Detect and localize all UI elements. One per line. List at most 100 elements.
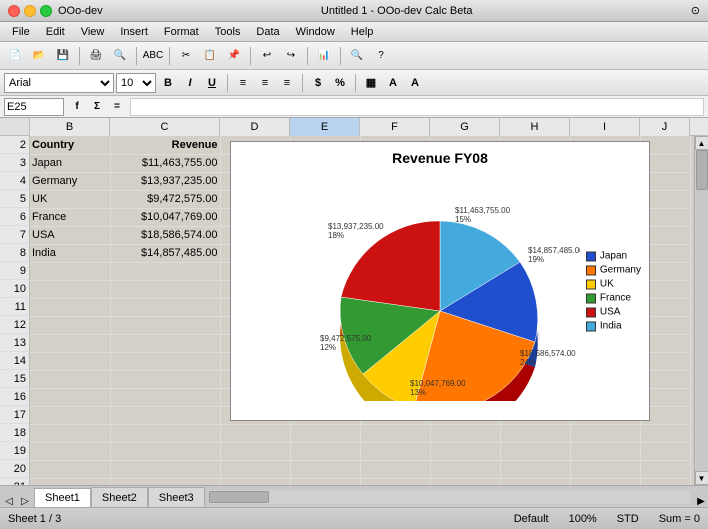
col-header-d[interactable]: D bbox=[220, 118, 290, 136]
row-num-7[interactable]: 7 bbox=[0, 226, 29, 244]
chart-container[interactable]: Revenue FY08 bbox=[230, 141, 650, 421]
row-num-17[interactable]: 17 bbox=[0, 406, 29, 424]
scroll-sheets-left[interactable]: ◁ bbox=[2, 496, 16, 507]
col-header-f[interactable]: F bbox=[360, 118, 430, 136]
cell-c2[interactable]: Revenue bbox=[110, 136, 220, 154]
vertical-scrollbar[interactable]: ▲ ▼ bbox=[694, 136, 708, 485]
menu-help[interactable]: Help bbox=[343, 24, 382, 40]
row-num-6[interactable]: 6 bbox=[0, 208, 29, 226]
horizontal-scrollbar[interactable] bbox=[209, 490, 690, 504]
menu-insert[interactable]: Insert bbox=[112, 24, 156, 40]
row-num-16[interactable]: 16 bbox=[0, 388, 29, 406]
preview-button[interactable]: 🔍 bbox=[109, 45, 131, 67]
redo-button[interactable]: ↪ bbox=[280, 45, 302, 67]
row-num-10[interactable]: 10 bbox=[0, 280, 29, 298]
copy-button[interactable]: 📋 bbox=[199, 45, 221, 67]
row-num-2[interactable]: 2 bbox=[0, 136, 29, 154]
spreadsheet-grid[interactable]: Revenue FY08 bbox=[30, 136, 694, 485]
chart-button[interactable]: 📊 bbox=[313, 45, 335, 67]
align-center-button[interactable]: ≡ bbox=[255, 73, 275, 93]
bold-button[interactable]: B bbox=[158, 73, 178, 93]
scroll-thumb[interactable] bbox=[696, 150, 708, 190]
italic-button[interactable]: I bbox=[180, 73, 200, 93]
undo-button[interactable]: ↩ bbox=[256, 45, 278, 67]
cell-c7[interactable]: $18,586,574.00 bbox=[110, 226, 220, 244]
col-header-c[interactable]: C bbox=[110, 118, 220, 136]
menu-file[interactable]: File bbox=[4, 24, 38, 40]
border-button[interactable]: ▦ bbox=[361, 73, 381, 93]
col-header-e[interactable]: E bbox=[290, 118, 360, 136]
col-header-g[interactable]: G bbox=[430, 118, 500, 136]
align-right-button[interactable]: ≡ bbox=[277, 73, 297, 93]
row-num-14[interactable]: 14 bbox=[0, 352, 29, 370]
window-controls[interactable] bbox=[8, 5, 52, 17]
sheet-tab-3[interactable]: Sheet3 bbox=[148, 487, 205, 507]
cell-b6[interactable]: France bbox=[30, 208, 110, 226]
col-header-b[interactable]: B bbox=[30, 118, 110, 136]
col-header-i[interactable]: I bbox=[570, 118, 640, 136]
open-button[interactable]: 📂 bbox=[28, 45, 50, 67]
font-color-button[interactable]: A bbox=[405, 73, 425, 93]
scroll-track[interactable] bbox=[696, 150, 708, 471]
scroll-sheets-right[interactable]: ▷ bbox=[18, 496, 32, 507]
cell-b5[interactable]: UK bbox=[30, 190, 110, 208]
minimize-button[interactable] bbox=[24, 5, 36, 17]
close-button[interactable] bbox=[8, 5, 20, 17]
cell-c5[interactable]: $9,472,575.00 bbox=[110, 190, 220, 208]
percent-button[interactable]: % bbox=[330, 73, 350, 93]
row-num-9[interactable]: 9 bbox=[0, 262, 29, 280]
cell-c4[interactable]: $13,937,235.00 bbox=[110, 172, 220, 190]
menu-format[interactable]: Format bbox=[156, 24, 207, 40]
menu-data[interactable]: Data bbox=[248, 24, 287, 40]
bg-color-button[interactable]: A bbox=[383, 73, 403, 93]
cell-c3[interactable]: $11,463,755.00 bbox=[110, 154, 220, 172]
zoom-button[interactable]: 🔍 bbox=[346, 45, 368, 67]
cell-b8[interactable]: India bbox=[30, 244, 110, 262]
sum-icon[interactable]: Σ bbox=[88, 98, 106, 116]
cell-b7[interactable]: USA bbox=[30, 226, 110, 244]
col-header-h[interactable]: H bbox=[500, 118, 570, 136]
print-button[interactable]: 🖨 bbox=[85, 45, 107, 67]
sheet-tab-2[interactable]: Sheet2 bbox=[91, 487, 148, 507]
table-row[interactable] bbox=[30, 460, 690, 478]
cell-b3[interactable]: Japan bbox=[30, 154, 110, 172]
cell-b2[interactable]: Country bbox=[30, 136, 110, 154]
row-num-15[interactable]: 15 bbox=[0, 370, 29, 388]
row-num-20[interactable]: 20 bbox=[0, 460, 29, 478]
scroll-right-arrow[interactable]: ▶ bbox=[694, 496, 708, 507]
menu-window[interactable]: Window bbox=[288, 24, 343, 40]
menu-edit[interactable]: Edit bbox=[38, 24, 73, 40]
row-num-12[interactable]: 12 bbox=[0, 316, 29, 334]
font-size-selector[interactable]: 10 bbox=[116, 73, 156, 93]
cell-reference-input[interactable] bbox=[4, 98, 64, 116]
sheet-tab-1[interactable]: Sheet1 bbox=[34, 488, 91, 508]
underline-button[interactable]: U bbox=[202, 73, 222, 93]
cut-button[interactable]: ✂ bbox=[175, 45, 197, 67]
row-num-8[interactable]: 8 bbox=[0, 244, 29, 262]
align-left-button[interactable]: ≡ bbox=[233, 73, 253, 93]
row-num-19[interactable]: 19 bbox=[0, 442, 29, 460]
table-row[interactable] bbox=[30, 478, 690, 485]
scroll-up-arrow[interactable]: ▲ bbox=[695, 136, 708, 150]
menu-view[interactable]: View bbox=[73, 24, 113, 40]
table-row[interactable] bbox=[30, 424, 690, 442]
h-scroll-thumb[interactable] bbox=[209, 491, 269, 503]
cell-b4[interactable]: Germany bbox=[30, 172, 110, 190]
paste-button[interactable]: 📌 bbox=[223, 45, 245, 67]
row-num-11[interactable]: 11 bbox=[0, 298, 29, 316]
currency-button[interactable]: $ bbox=[308, 73, 328, 93]
col-header-j[interactable]: J bbox=[640, 118, 690, 136]
row-num-13[interactable]: 13 bbox=[0, 334, 29, 352]
row-num-21[interactable]: 21 bbox=[0, 478, 29, 485]
cell-c6[interactable]: $10,047,769.00 bbox=[110, 208, 220, 226]
new-button[interactable]: 📄 bbox=[4, 45, 26, 67]
menu-tools[interactable]: Tools bbox=[207, 24, 249, 40]
maximize-button[interactable] bbox=[40, 5, 52, 17]
equals-icon[interactable]: = bbox=[108, 98, 126, 116]
row-num-18[interactable]: 18 bbox=[0, 424, 29, 442]
help-button[interactable]: ? bbox=[370, 45, 392, 67]
save-button[interactable]: 💾 bbox=[52, 45, 74, 67]
scroll-down-arrow[interactable]: ▼ bbox=[695, 471, 708, 485]
row-num-4[interactable]: 4 bbox=[0, 172, 29, 190]
row-num-5[interactable]: 5 bbox=[0, 190, 29, 208]
